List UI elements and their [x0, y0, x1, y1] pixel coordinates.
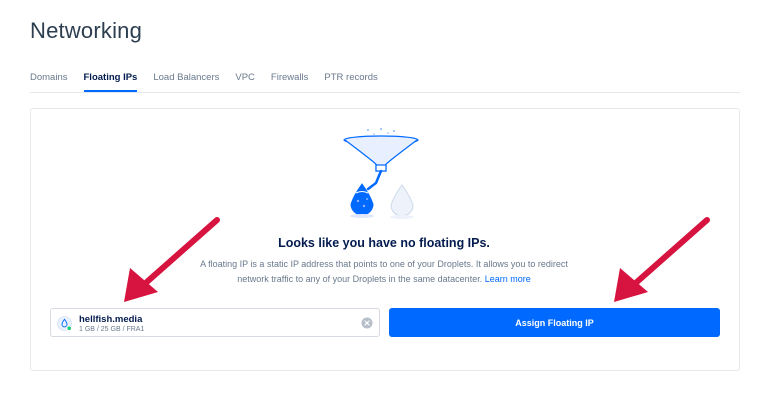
tab-load-balancers[interactable]: Load Balancers [153, 72, 219, 92]
droplet-name: hellfish.media [79, 314, 143, 325]
learn-more-link[interactable]: Learn more [485, 274, 531, 284]
droplet-select[interactable]: hellfish.media 1 GB / 25 GB / FRA1 [50, 308, 380, 337]
status-dot [66, 325, 72, 331]
droplet-icon [57, 316, 72, 331]
tab-ptr-records[interactable]: PTR records [324, 72, 377, 92]
tab-bar: Domains Floating IPs Load Balancers VPC … [30, 72, 740, 93]
tab-floating-ips[interactable]: Floating IPs [83, 72, 138, 92]
page-title: Networking [30, 18, 143, 43]
clear-icon[interactable] [361, 317, 373, 329]
assign-floating-ip-button[interactable]: Assign Floating IP [389, 308, 720, 337]
empty-state-description: A floating IP is a static IP address tha… [200, 257, 568, 287]
arrow-icon [124, 217, 220, 302]
tab-vpc[interactable]: VPC [235, 72, 255, 92]
funnel-illustration [343, 128, 419, 219]
droplet-meta: 1 GB / 25 GB / FRA1 [79, 326, 145, 333]
tab-domains[interactable]: Domains [30, 72, 68, 92]
tab-firewalls[interactable]: Firewalls [271, 72, 308, 92]
arrow-icon [614, 217, 710, 302]
